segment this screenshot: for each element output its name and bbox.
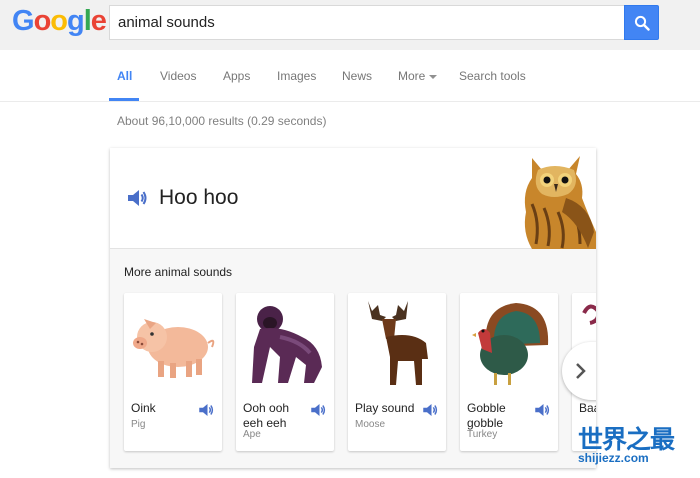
speaker-icon[interactable] [309,401,327,419]
watermark-url: shijiezz.com [578,451,649,465]
featured-sound-text: Hoo hoo [159,186,239,209]
tab-news[interactable]: News [342,69,372,83]
active-tab-indicator [109,98,139,101]
search-icon [634,15,650,31]
header: Google [0,0,700,50]
logo-letter: l [83,5,92,37]
turkey-image [472,303,549,385]
speaker-icon[interactable] [533,401,551,419]
tab-apps[interactable]: Apps [223,69,250,83]
result-stats: About 96,10,000 results (0.29 seconds) [117,114,327,128]
animal-tile-ape[interactable]: Ooh ooh eeh eeh Ape [236,293,334,451]
logo-letter: G [12,5,35,37]
animal-name: Pig [131,419,146,430]
search-input[interactable] [110,6,625,39]
gorilla-image [252,306,322,383]
chevron-right-icon [576,363,586,379]
tab-more-label: More [398,69,426,83]
pig-image [133,319,215,378]
google-logo[interactable]: Google [12,5,107,38]
animal-sound-text: Ooh ooh eeh eeh [243,401,290,430]
speaker-icon[interactable] [197,401,215,419]
caret-down-icon [429,74,438,79]
animal-name: Turkey [467,429,498,440]
more-animal-sounds: More animal sounds Oink Pig Ooh ooh eeh … [110,249,596,468]
search-button[interactable] [624,5,659,40]
animal-sound-text: Play sound [355,401,415,415]
animal-sound-text: Oink [131,401,156,415]
speaker-icon[interactable] [125,186,149,210]
logo-letter: e [90,5,107,37]
moose-image [368,301,428,385]
animal-tile-moose[interactable]: Play sound Moose [348,293,446,451]
logo-letter: o [33,5,52,37]
tab-search-tools[interactable]: Search tools [459,69,526,83]
next-button[interactable] [562,342,596,400]
animal-sounds-card: Hoo hoo More animal sounds Oink Pig Ooh … [110,148,596,468]
owl-image [524,156,596,249]
tab-images[interactable]: Images [277,69,316,83]
watermark: 世界之最 shijiezz.com [576,420,696,472]
speaker-icon[interactable] [421,401,439,419]
logo-letter: g [67,5,85,37]
logo-letter: o [50,5,68,37]
search-box [109,5,625,40]
animal-tile-turkey[interactable]: Gobble gobble Turkey [460,293,558,451]
featured-sound: Hoo hoo [110,148,596,249]
animal-sound-text: Baa [579,401,596,415]
tab-all[interactable]: All [117,69,132,83]
search-tabs: All Videos Apps Images News More Search … [0,50,700,102]
animal-name: Moose [355,419,386,430]
animal-name: Ape [243,429,261,440]
more-sounds-title: More animal sounds [124,265,233,279]
tab-more[interactable]: More [398,69,438,83]
animal-tile-pig[interactable]: Oink Pig [124,293,222,451]
tab-videos[interactable]: Videos [160,69,196,83]
animal-sound-text: Gobble gobble [467,401,506,430]
